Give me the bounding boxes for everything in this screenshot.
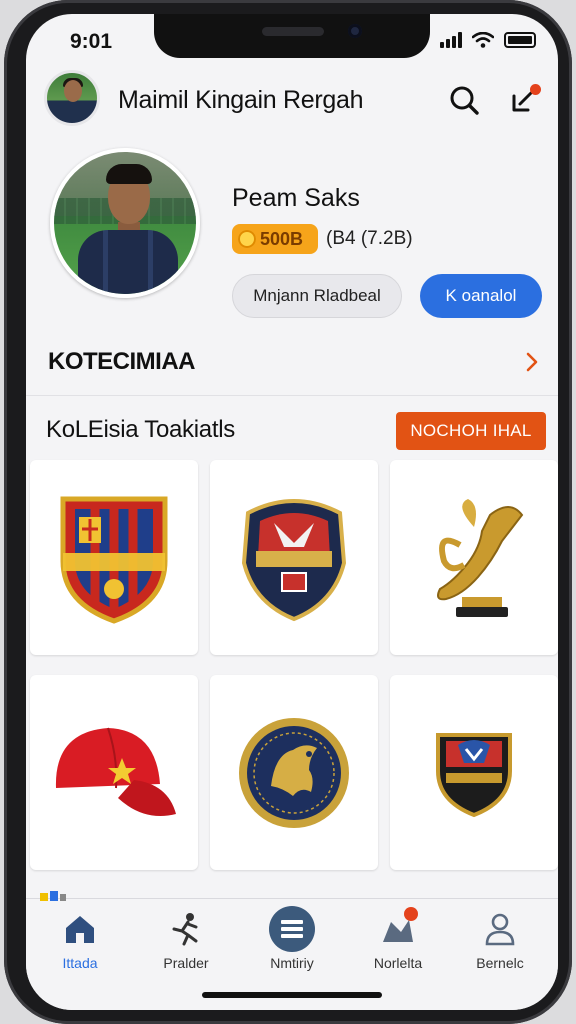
collection-item[interactable]	[210, 460, 378, 655]
tab-label: Ittada	[62, 955, 98, 971]
section-row[interactable]: KOTECIMIAA	[26, 332, 558, 396]
chevron-right-icon	[526, 352, 538, 372]
app-header: Maimil Kingain Rergah	[26, 70, 558, 134]
tab-player[interactable]: Pralder	[138, 909, 234, 977]
scroll-peek-content	[40, 891, 66, 901]
tab-list[interactable]: Nmtiriy	[244, 906, 340, 977]
tab-profile[interactable]: Bernelc	[452, 909, 548, 977]
notification-dot	[404, 907, 418, 921]
eagle-medal-icon	[239, 717, 349, 828]
collection-item[interactable]	[30, 675, 198, 870]
player-name: Peam Saks	[232, 184, 360, 212]
collection-item[interactable]	[210, 675, 378, 870]
phone-frame: 9:01 Maimil Kingain Rergah Peam Saks 500…	[4, 0, 572, 1024]
collection-title: KoLEisia Toakiatls	[46, 416, 235, 443]
mini-shield-icon	[436, 732, 512, 817]
tab-notifications[interactable]: Norlelta	[350, 907, 446, 977]
crest-shield-icon	[60, 496, 168, 624]
cap-icon	[55, 727, 176, 816]
player-icon	[172, 913, 198, 946]
tab-label: Nmtiriy	[270, 955, 314, 971]
trophy-icon	[437, 498, 524, 617]
tab-label: Pralder	[163, 955, 209, 971]
signal-icon	[440, 32, 462, 48]
coin-badge: 500B	[232, 224, 318, 254]
collection-header: KoLEisia Toakiatls NOCHOH IHAL	[26, 406, 558, 458]
speaker	[262, 27, 324, 36]
battery-icon	[504, 32, 536, 48]
section-title: KOTECIMIAA	[48, 348, 196, 375]
profile-card: Peam Saks 500B (B4 (7.2B) Mnjann Rladbea…	[26, 142, 558, 322]
tab-label: Norlelta	[373, 955, 423, 971]
notch	[154, 14, 430, 58]
app-title: Maimil Kingain Rergah	[118, 86, 364, 114]
search-button[interactable]	[446, 82, 482, 118]
camera-icon	[348, 24, 362, 38]
collection-item[interactable]	[390, 675, 558, 870]
home-icon	[66, 916, 94, 943]
compose-button[interactable]	[506, 82, 542, 118]
status-icons	[440, 32, 536, 48]
primary-action-button[interactable]: K oanalol	[420, 274, 542, 318]
home-indicator[interactable]	[202, 992, 382, 998]
user-avatar[interactable]	[44, 70, 100, 126]
wifi-icon	[472, 32, 494, 48]
search-icon	[450, 86, 479, 115]
player-rating: (B4 (7.2B)	[326, 228, 413, 249]
collection-item[interactable]	[30, 460, 198, 655]
secondary-action-button[interactable]: Mnjann Rladbeal	[232, 274, 402, 318]
player-photo	[50, 148, 200, 298]
coin-icon	[238, 230, 256, 248]
notification-dot	[530, 84, 541, 95]
club-badge-icon	[241, 498, 347, 621]
status-time: 9:01	[70, 30, 113, 53]
screen: 9:01 Maimil Kingain Rergah Peam Saks 500…	[26, 14, 558, 1010]
tab-label: Bernelc	[476, 955, 524, 971]
tab-home[interactable]: Ittada	[32, 909, 128, 977]
collection-item[interactable]	[390, 460, 558, 655]
profile-icon	[485, 913, 515, 946]
list-icon	[269, 906, 315, 952]
coin-amount: 500B	[260, 228, 304, 249]
collection-action-button[interactable]: NOCHOH IHAL	[396, 412, 546, 450]
